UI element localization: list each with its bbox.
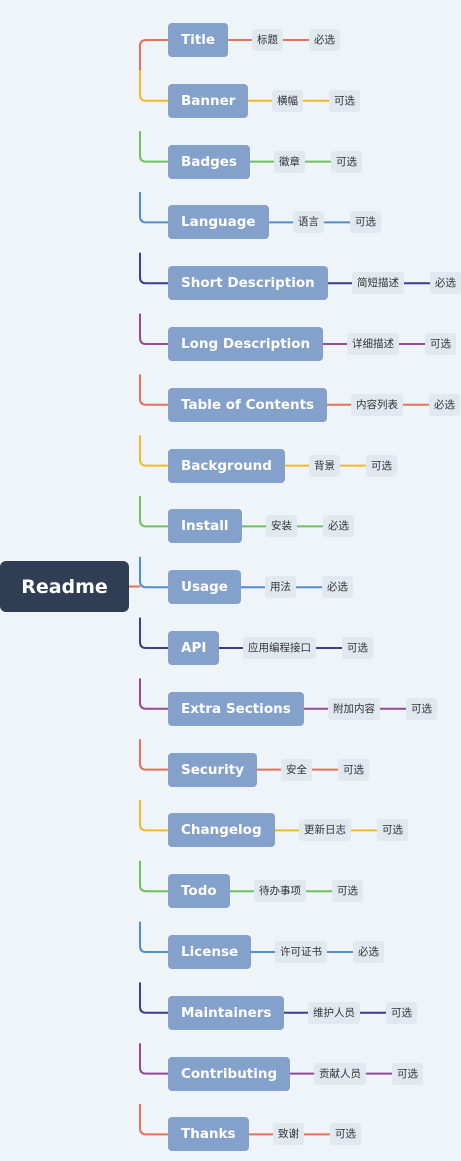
branch-node[interactable]: Maintainers bbox=[168, 995, 285, 1030]
branch-node[interactable]: License bbox=[168, 935, 252, 969]
requirement-tag[interactable]: 可选 bbox=[425, 333, 456, 355]
branch-node[interactable]: Extra Sections bbox=[168, 691, 304, 726]
requirement-tag[interactable]: 可选 bbox=[406, 697, 437, 720]
branch-node-label: Banner bbox=[181, 92, 236, 109]
requirement-tag[interactable]: 可选 bbox=[338, 758, 369, 781]
branch-node[interactable]: Title bbox=[168, 23, 229, 57]
branch-node-label: Long Description bbox=[181, 336, 311, 352]
branch-node[interactable]: Contributing bbox=[168, 1056, 291, 1091]
branch-node[interactable]: Install bbox=[168, 509, 242, 544]
trunk-connector bbox=[139, 374, 168, 406]
description-tag[interactable]: 徽章 bbox=[274, 150, 305, 173]
description-tag[interactable]: 内容列表 bbox=[351, 393, 403, 416]
requirement-tag[interactable]: 可选 bbox=[392, 1062, 423, 1085]
branch-node-label: Table of Contents bbox=[181, 396, 315, 413]
branch-node[interactable]: Thanks bbox=[168, 1117, 249, 1152]
branch-node[interactable]: Banner bbox=[168, 83, 249, 118]
branch-node[interactable]: Todo bbox=[168, 874, 230, 909]
trunk-connector bbox=[139, 1104, 168, 1136]
description-tag[interactable]: 附加内容 bbox=[328, 697, 380, 720]
trunk-connector bbox=[139, 556, 168, 589]
trunk-connector bbox=[139, 860, 168, 893]
description-tag[interactable]: 横幅 bbox=[272, 89, 303, 112]
branch-node-label: Usage bbox=[181, 579, 228, 596]
description-tag[interactable]: 安全 bbox=[281, 758, 312, 781]
branch-node-label: Background bbox=[181, 457, 272, 474]
branch-node-label: Thanks bbox=[181, 1126, 236, 1143]
branch-node-label: Todo bbox=[181, 883, 217, 900]
trunk-connector bbox=[139, 313, 168, 345]
requirement-tag[interactable]: 必选 bbox=[429, 393, 460, 416]
branch-node-label: Short Description bbox=[181, 275, 315, 292]
description-tag[interactable]: 更新日志 bbox=[299, 819, 351, 842]
description-tag[interactable]: 安装 bbox=[266, 515, 297, 538]
trunk-connector bbox=[139, 70, 168, 102]
trunk-connector bbox=[139, 131, 168, 163]
branch-node[interactable]: Usage bbox=[168, 570, 241, 605]
description-tag[interactable]: 简短描述 bbox=[352, 272, 404, 295]
requirement-tag[interactable]: 必选 bbox=[430, 272, 461, 295]
description-tag[interactable]: 标题 bbox=[252, 29, 283, 51]
branch-node[interactable]: Badges bbox=[168, 144, 250, 179]
branch-node[interactable]: Security bbox=[168, 752, 258, 787]
root-node-label: Readme bbox=[21, 575, 108, 598]
trunk-connector bbox=[139, 800, 168, 832]
trunk-connector bbox=[139, 617, 168, 649]
requirement-tag[interactable]: 可选 bbox=[377, 819, 408, 842]
trunk-connector bbox=[139, 435, 168, 467]
branch-node-label: Maintainers bbox=[181, 1004, 272, 1021]
branch-node[interactable]: Table of Contents bbox=[168, 387, 328, 422]
description-tag[interactable]: 背景 bbox=[309, 454, 340, 477]
trunk-connector bbox=[139, 739, 168, 771]
branch-node-label: Install bbox=[181, 518, 229, 535]
requirement-tag[interactable]: 必选 bbox=[322, 576, 353, 599]
trunk-connector bbox=[139, 252, 168, 285]
requirement-tag[interactable]: 可选 bbox=[332, 880, 363, 903]
requirement-tag[interactable]: 可选 bbox=[350, 211, 381, 234]
branch-node-label: Contributing bbox=[181, 1065, 278, 1082]
branch-node[interactable]: Changelog bbox=[168, 813, 275, 848]
description-tag[interactable]: 贡献人员 bbox=[314, 1062, 366, 1085]
trunk-connector bbox=[139, 1043, 168, 1075]
description-tag[interactable]: 致谢 bbox=[273, 1123, 304, 1146]
requirement-tag[interactable]: 必选 bbox=[353, 941, 384, 963]
branch-node-label: API bbox=[181, 640, 207, 656]
root-node-readme[interactable]: Readme bbox=[0, 561, 129, 612]
trunk-connector bbox=[139, 39, 168, 71]
branch-node[interactable]: Long Description bbox=[168, 327, 324, 361]
requirement-tag[interactable]: 可选 bbox=[342, 637, 373, 659]
trunk-connector bbox=[139, 921, 168, 953]
requirement-tag[interactable]: 可选 bbox=[386, 1001, 417, 1024]
description-tag[interactable]: 详细描述 bbox=[347, 333, 399, 355]
description-tag[interactable]: 维护人员 bbox=[308, 1001, 360, 1024]
trunk-connector bbox=[139, 496, 168, 528]
branch-node[interactable]: Background bbox=[168, 448, 285, 483]
requirement-tag[interactable]: 必选 bbox=[323, 515, 354, 538]
requirement-tag[interactable]: 可选 bbox=[366, 454, 397, 477]
requirement-tag[interactable]: 可选 bbox=[330, 1123, 361, 1146]
branch-node[interactable]: Short Description bbox=[168, 266, 328, 301]
branch-node-label: Extra Sections bbox=[181, 700, 291, 717]
trunk-connector bbox=[139, 982, 168, 1014]
requirement-tag[interactable]: 可选 bbox=[329, 89, 360, 112]
branch-node-label: Changelog bbox=[181, 822, 262, 839]
branch-node[interactable]: Language bbox=[168, 205, 269, 240]
description-tag[interactable]: 用法 bbox=[265, 576, 296, 599]
trunk-connector bbox=[139, 192, 168, 224]
branch-node-label: License bbox=[181, 944, 239, 960]
branch-node-label: Security bbox=[181, 761, 245, 778]
branch-node-label: Language bbox=[181, 214, 256, 231]
description-tag[interactable]: 应用编程接口 bbox=[243, 637, 316, 659]
requirement-tag[interactable]: 必选 bbox=[309, 29, 340, 51]
description-tag[interactable]: 语言 bbox=[293, 211, 324, 234]
branch-node-label: Title bbox=[181, 32, 216, 48]
trunk-connector bbox=[139, 678, 168, 710]
requirement-tag[interactable]: 可选 bbox=[331, 150, 362, 173]
description-tag[interactable]: 许可证书 bbox=[275, 941, 327, 963]
branch-node[interactable]: API bbox=[168, 631, 220, 665]
description-tag[interactable]: 待办事项 bbox=[254, 880, 306, 903]
branch-node-label: Badges bbox=[181, 153, 237, 170]
